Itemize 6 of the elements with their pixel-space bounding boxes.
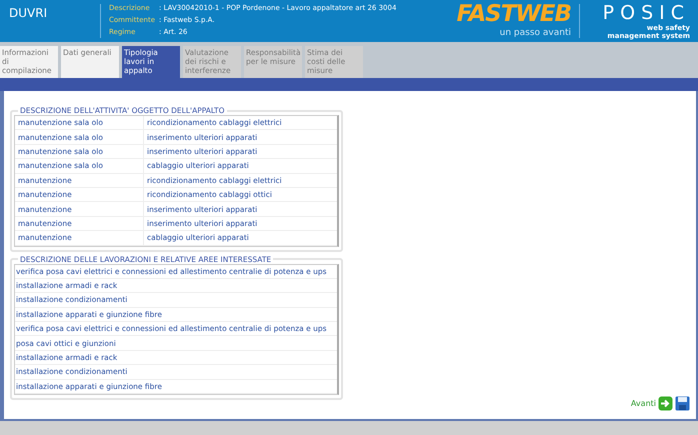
logo-tagline: un passo avanti xyxy=(500,28,571,38)
app-title: DUVRI xyxy=(8,5,48,22)
next-link[interactable]: Avanti xyxy=(630,399,656,408)
product-name: POSIC xyxy=(602,2,690,24)
logo-name: FASTWEB xyxy=(456,0,571,28)
save-icon[interactable] xyxy=(675,396,690,411)
